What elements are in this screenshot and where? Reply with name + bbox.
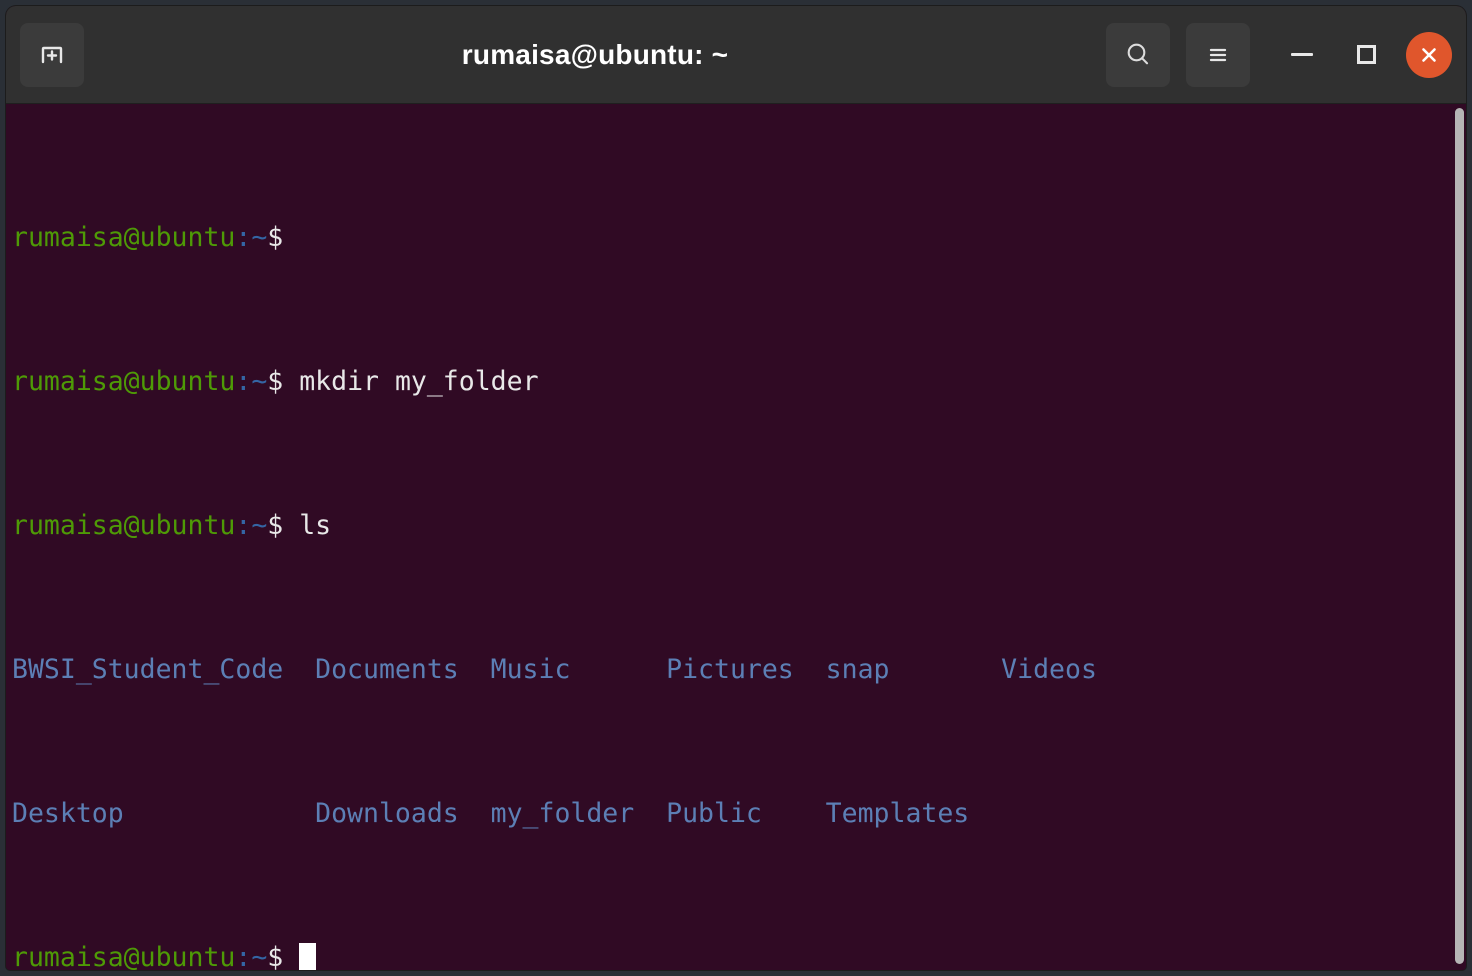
close-icon — [1422, 47, 1436, 62]
titlebar-controls — [1106, 22, 1452, 87]
prompt-path: :~ — [235, 942, 268, 970]
prompt-user-host: rumaisa@ubuntu — [12, 222, 236, 253]
prompt-symbol: $ — [267, 366, 284, 397]
prompt-user-host: rumaisa@ubuntu — [12, 366, 236, 397]
title-bar[interactable]: rumaisa@ubuntu: ~ — [6, 6, 1466, 104]
ls-output-row-1: BWSI_Student_Code Documents Music Pictur… — [12, 654, 1097, 685]
hamburger-menu-icon — [1209, 48, 1227, 61]
ls-output-row-2: Desktop Downloads my_folder Public Templ… — [12, 798, 970, 829]
block-cursor — [299, 943, 317, 970]
scrollbar-track[interactable] — [1453, 104, 1466, 970]
prompt-symbol: $ — [267, 222, 284, 253]
prompt-path: :~ — [235, 510, 268, 541]
search-icon — [1127, 43, 1149, 64]
terminal-line-prompt-3: rumaisa@ubuntu:~$ ls — [12, 508, 1466, 544]
terminal-window: rumaisa@ubuntu: ~ rumaisa@ubuntu:~$ ruma… — [6, 6, 1466, 970]
new-tab-icon — [41, 46, 63, 63]
prompt-user-host: rumaisa@ubuntu — [12, 942, 236, 970]
new-tab-button[interactable] — [20, 22, 84, 87]
menu-button[interactable] — [1186, 22, 1250, 87]
terminal-command-2: mkdir my_folder — [283, 366, 539, 397]
terminal-line-prompt-2: rumaisa@ubuntu:~$ mkdir my_folder — [12, 364, 1466, 400]
prompt-symbol: $ — [267, 510, 284, 541]
prompt-path: :~ — [235, 222, 268, 253]
window-title: rumaisa@ubuntu: ~ — [461, 38, 729, 70]
terminal-screen[interactable]: rumaisa@ubuntu:~$ rumaisa@ubuntu:~$ mkdi… — [6, 104, 1466, 970]
close-button[interactable] — [1406, 31, 1452, 78]
minimize-button[interactable] — [1278, 31, 1326, 79]
prompt-symbol: $ — [267, 942, 284, 970]
terminal-line-prompt-1: rumaisa@ubuntu:~$ — [12, 220, 1466, 256]
maximize-button[interactable] — [1342, 31, 1390, 79]
search-button[interactable] — [1106, 22, 1170, 87]
terminal-line-prompt-4: rumaisa@ubuntu:~$ — [12, 940, 1466, 970]
terminal-command-3: ls — [283, 510, 332, 541]
minimize-icon — [1291, 53, 1313, 56]
maximize-icon — [1356, 45, 1376, 64]
prompt-path: :~ — [235, 366, 268, 397]
scrollbar-thumb[interactable] — [1455, 108, 1464, 964]
terminal-body[interactable]: rumaisa@ubuntu:~$ rumaisa@ubuntu:~$ mkdi… — [6, 104, 1466, 970]
prompt-user-host: rumaisa@ubuntu — [12, 510, 236, 541]
